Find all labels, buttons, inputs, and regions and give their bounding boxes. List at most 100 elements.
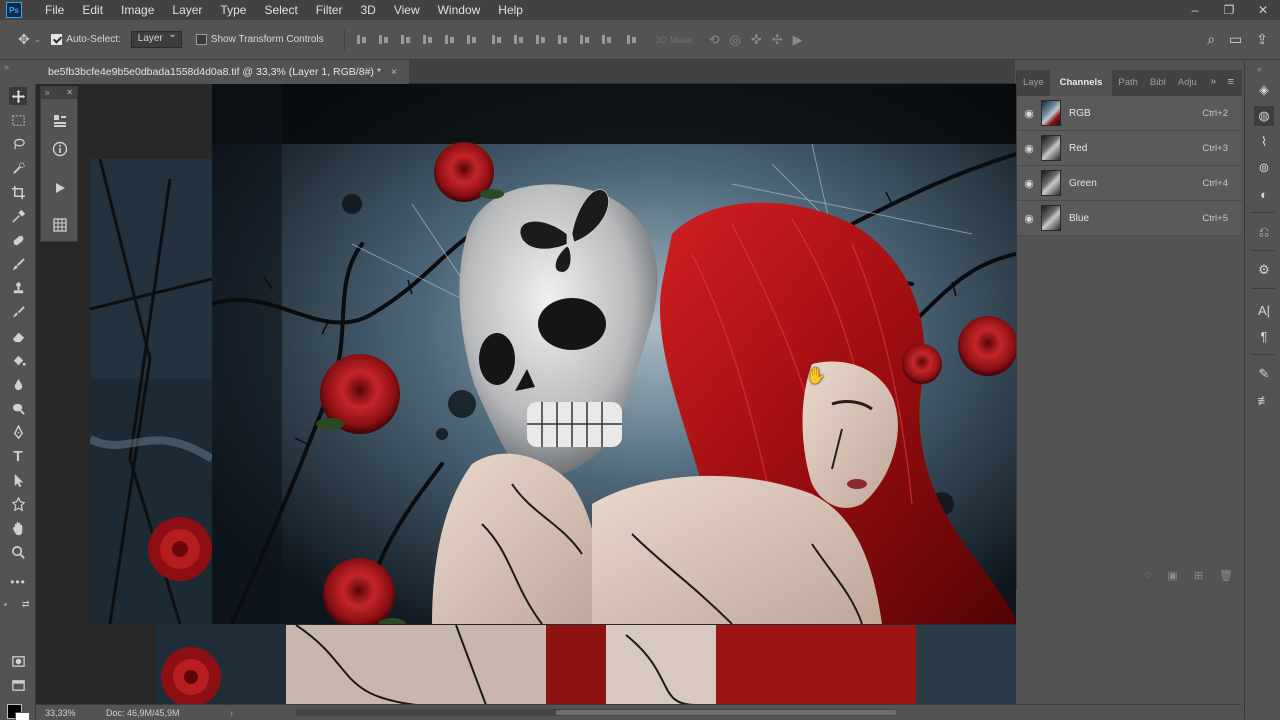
visibility-eye-icon[interactable]: ◉ bbox=[1017, 142, 1041, 155]
collapse-icon[interactable]: » bbox=[45, 87, 49, 99]
distribute-top-edges-icon[interactable] bbox=[490, 33, 503, 46]
tab-channels[interactable]: Channels bbox=[1049, 70, 1113, 96]
horizontal-scrollbar-thumb[interactable] bbox=[556, 710, 896, 715]
visibility-eye-icon[interactable]: ◉ bbox=[1017, 107, 1041, 120]
restore-icon[interactable]: ❐ bbox=[1212, 3, 1246, 17]
menu-filter[interactable]: Filter bbox=[307, 0, 352, 20]
menu-window[interactable]: Window bbox=[429, 0, 490, 20]
menu-layer[interactable]: Layer bbox=[163, 0, 211, 20]
libraries-icon[interactable]: ⊚ bbox=[1254, 158, 1274, 178]
auto-select-check-icon[interactable] bbox=[51, 34, 63, 45]
canvas-area[interactable]: ✋ bbox=[36, 84, 1016, 704]
clone-stamp-tool-icon[interactable] bbox=[9, 279, 27, 297]
swap-colors-icon[interactable]: ⇄ bbox=[22, 599, 30, 610]
properties-icon[interactable] bbox=[50, 111, 70, 131]
close-tab-icon[interactable]: × bbox=[391, 66, 397, 78]
history-icon[interactable]: ⎌ bbox=[1254, 222, 1274, 242]
menu-image[interactable]: Image bbox=[112, 0, 163, 20]
auto-select-checkbox[interactable]: Auto-Select: bbox=[51, 34, 121, 45]
distribute-vertical-centers-icon[interactable] bbox=[512, 33, 525, 46]
align-horizontal-centers-icon[interactable] bbox=[443, 33, 456, 46]
pen-tool-icon[interactable] bbox=[9, 423, 27, 441]
menu-file[interactable]: File bbox=[36, 0, 73, 20]
search-icon[interactable]: ⌕ bbox=[1207, 31, 1215, 48]
distribute-left-edges-icon[interactable] bbox=[556, 33, 569, 46]
channel-row-blue[interactable]: ◉ Blue Ctrl+5 bbox=[1017, 201, 1242, 236]
auto-select-target-dropdown[interactable]: Layer bbox=[130, 29, 182, 48]
character-icon[interactable]: A| bbox=[1254, 300, 1274, 320]
visibility-eye-icon[interactable]: ◉ bbox=[1017, 212, 1041, 225]
healing-brush-tool-icon[interactable] bbox=[9, 231, 27, 249]
paint-bucket-tool-icon[interactable] bbox=[9, 351, 27, 369]
grid-icon[interactable] bbox=[50, 215, 70, 235]
tab-adjustments[interactable]: Adju bbox=[1172, 70, 1203, 96]
brush-presets-icon[interactable]: ≢ bbox=[1254, 390, 1274, 410]
history-brush-tool-icon[interactable] bbox=[9, 303, 27, 321]
crop-tool-icon[interactable] bbox=[9, 183, 27, 201]
horizontal-scrollbar[interactable] bbox=[296, 709, 896, 716]
move-tool-icon[interactable] bbox=[9, 87, 27, 105]
visibility-eye-icon[interactable]: ◉ bbox=[1017, 177, 1041, 190]
menu-view[interactable]: View bbox=[385, 0, 429, 20]
zoom-tool-icon[interactable] bbox=[9, 543, 27, 561]
eraser-tool-icon[interactable] bbox=[9, 327, 27, 345]
custom-shape-tool-icon[interactable] bbox=[9, 495, 27, 513]
blur-tool-icon[interactable] bbox=[9, 375, 27, 393]
close-icon[interactable]: ✕ bbox=[1246, 3, 1280, 17]
channel-row-rgb[interactable]: ◉ RGB Ctrl+2 bbox=[1017, 96, 1242, 131]
menu-3d[interactable]: 3D bbox=[351, 0, 384, 20]
delete-channel-icon[interactable]: 🗑 bbox=[1219, 569, 1233, 582]
show-transform-check-icon[interactable] bbox=[195, 34, 207, 45]
move-tool-preset-icon[interactable]: ✥ bbox=[18, 31, 30, 48]
menu-edit[interactable]: Edit bbox=[73, 0, 112, 20]
rectangular-marquee-tool-icon[interactable] bbox=[9, 111, 27, 129]
brush-tool-icon[interactable] bbox=[9, 255, 27, 273]
paragraph-icon[interactable]: ¶ bbox=[1254, 326, 1274, 346]
distribute-bottom-edges-icon[interactable] bbox=[534, 33, 547, 46]
tab-libraries[interactable]: Bibl bbox=[1144, 70, 1172, 96]
chevron-down-icon[interactable]: ⌄ bbox=[34, 34, 42, 45]
zoom-level[interactable]: 33,33% bbox=[36, 708, 106, 718]
workspace-icon[interactable]: ▭ bbox=[1229, 31, 1242, 48]
eyedropper-tool-icon[interactable] bbox=[9, 207, 27, 225]
default-colors-icon[interactable]: ▪ bbox=[4, 600, 7, 609]
channels-icon[interactable]: ◍ bbox=[1254, 106, 1274, 126]
screen-mode-icon[interactable] bbox=[9, 676, 27, 694]
brush-settings-icon[interactable]: ✎ bbox=[1254, 364, 1274, 384]
channel-row-red[interactable]: ◉ Red Ctrl+3 bbox=[1017, 131, 1242, 166]
more-tabs-icon[interactable]: » bbox=[1210, 76, 1216, 87]
hand-tool-icon[interactable] bbox=[9, 519, 27, 537]
artwork-layer-1[interactable] bbox=[212, 84, 1016, 624]
more-tools-icon[interactable]: ••• bbox=[9, 573, 27, 591]
align-vertical-centers-icon[interactable] bbox=[377, 33, 390, 46]
panel-menu-icon[interactable]: ≡ bbox=[1228, 76, 1234, 88]
actions-play-icon[interactable] bbox=[50, 178, 70, 198]
paths-icon[interactable]: ⌇ bbox=[1254, 132, 1274, 152]
tab-layers[interactable]: Laye bbox=[1017, 70, 1050, 96]
channel-row-green[interactable]: ◉ Green Ctrl+4 bbox=[1017, 166, 1242, 201]
collapse-toolbar-icon[interactable]: » bbox=[4, 62, 9, 72]
type-tool-icon[interactable]: T bbox=[9, 447, 27, 465]
auto-align-layers-icon[interactable] bbox=[625, 33, 638, 46]
share-icon[interactable]: ⇪ bbox=[1256, 31, 1268, 48]
3d-mode-icons[interactable]: ⟲◎✜✣▶ bbox=[709, 32, 813, 48]
layers-icon[interactable]: ◈ bbox=[1254, 80, 1274, 100]
background-color-swatch[interactable] bbox=[15, 712, 30, 720]
vertical-scrollbar[interactable] bbox=[1232, 598, 1242, 704]
load-selection-icon[interactable]: ◌ bbox=[1145, 569, 1152, 581]
quick-selection-tool-icon[interactable] bbox=[9, 159, 27, 177]
status-menu-chevron-icon[interactable]: › bbox=[230, 708, 233, 718]
save-selection-icon[interactable]: ▣ bbox=[1167, 569, 1177, 582]
minimize-icon[interactable]: – bbox=[1178, 3, 1212, 17]
align-left-edges-icon[interactable] bbox=[421, 33, 434, 46]
show-transform-controls-checkbox[interactable]: Show Transform Controls bbox=[195, 34, 324, 45]
distribute-horizontal-centers-icon[interactable] bbox=[578, 33, 591, 46]
adjustments-icon[interactable]: ◐ bbox=[1254, 184, 1274, 204]
collapse-panels-icon[interactable]: « bbox=[1257, 64, 1262, 74]
align-bottom-edges-icon[interactable] bbox=[399, 33, 412, 46]
new-channel-icon[interactable]: ⊞ bbox=[1194, 569, 1203, 582]
align-top-edges-icon[interactable] bbox=[355, 33, 368, 46]
distribute-right-edges-icon[interactable] bbox=[600, 33, 613, 46]
menu-select[interactable]: Select bbox=[255, 0, 306, 20]
dodge-tool-icon[interactable] bbox=[9, 399, 27, 417]
